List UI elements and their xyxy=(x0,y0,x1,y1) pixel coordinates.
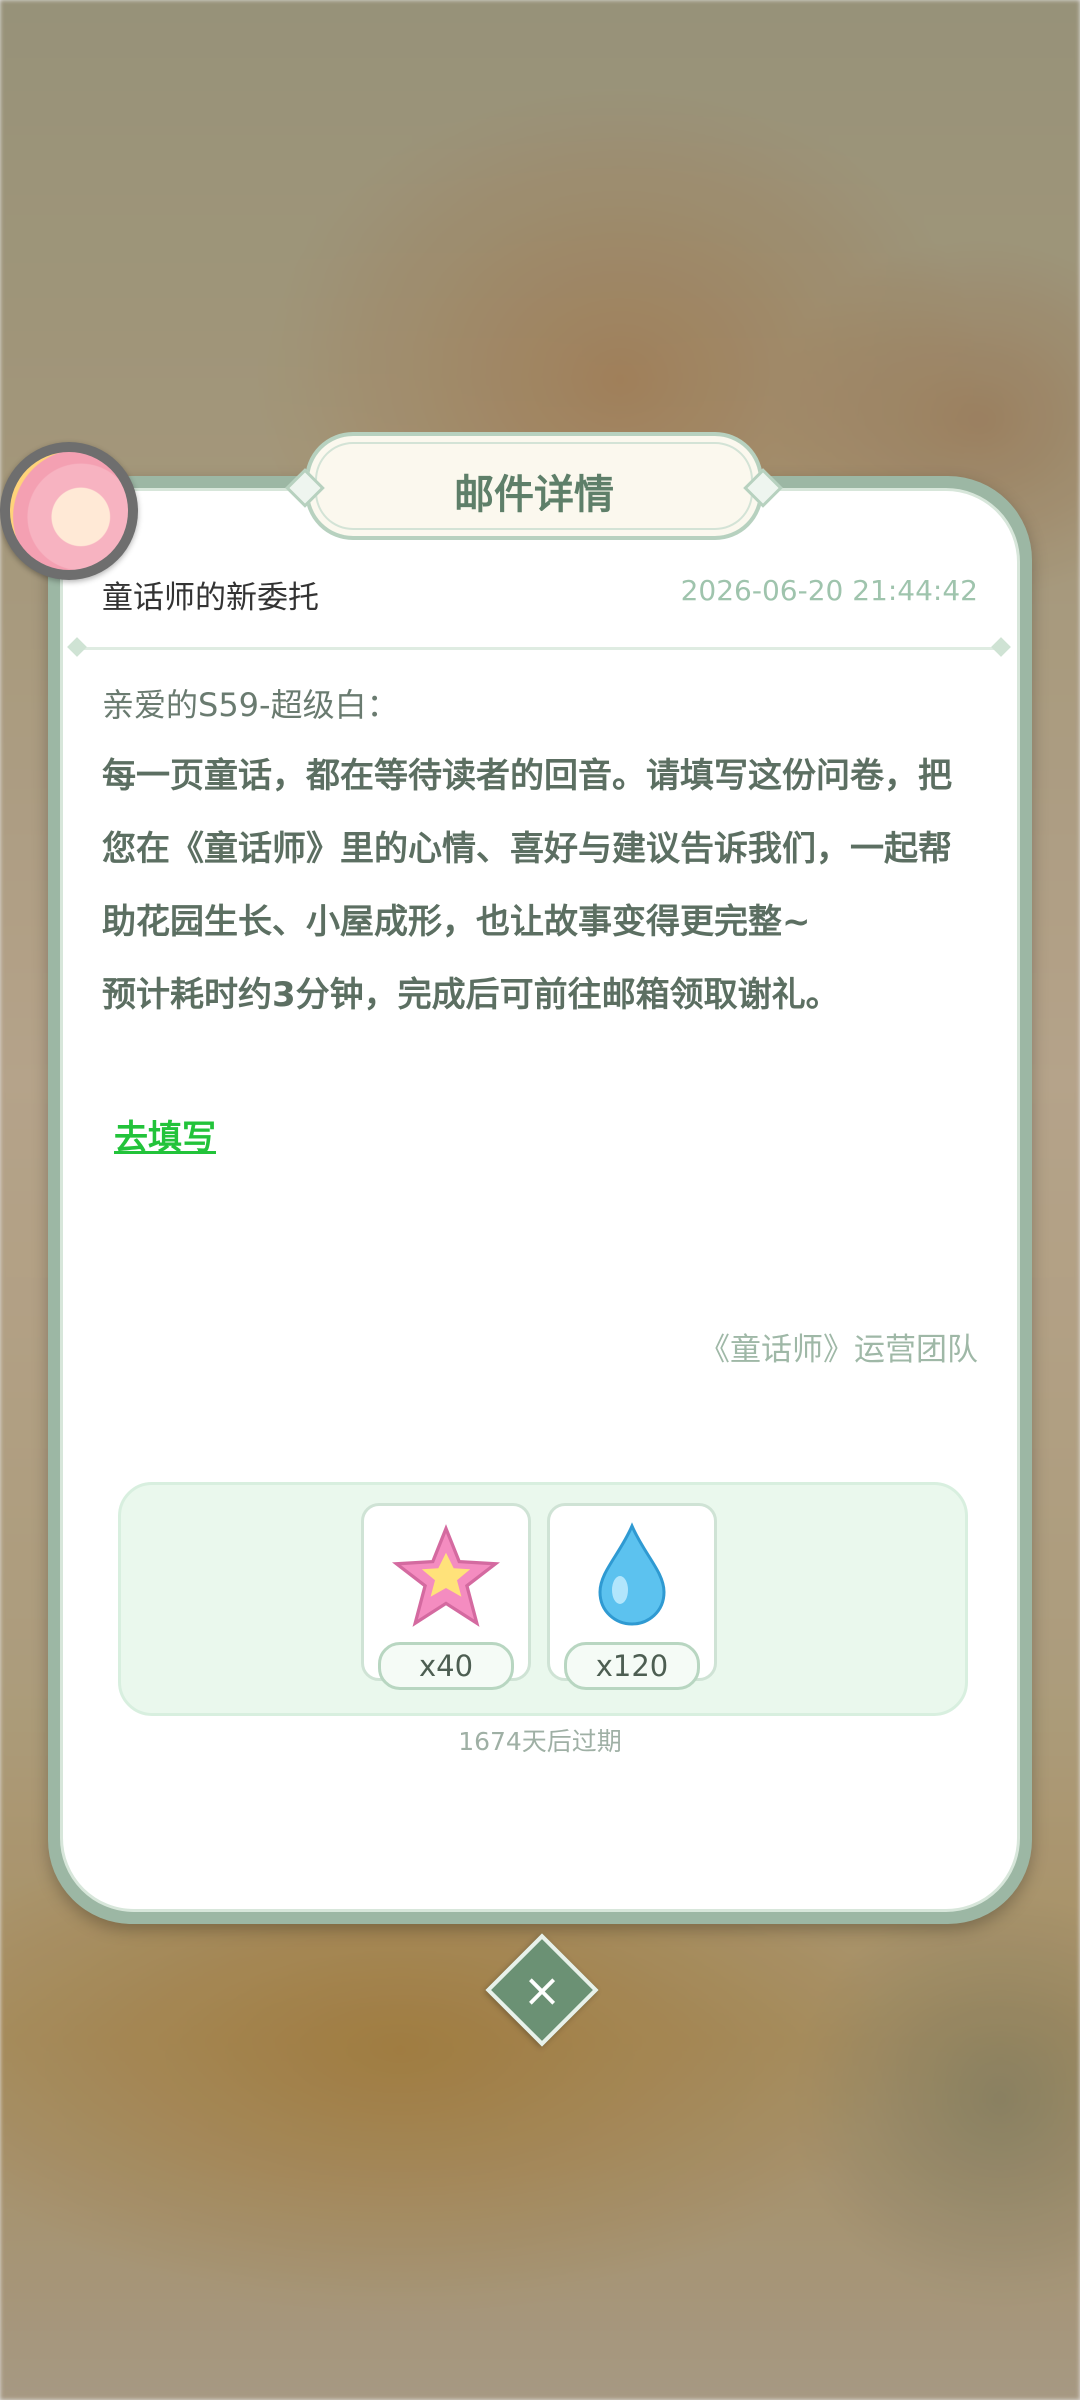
water-drop-icon xyxy=(598,1522,666,1626)
title-plate: 邮件详情 xyxy=(285,432,783,540)
reward-item-water-drop[interactable]: x120 xyxy=(547,1503,717,1690)
close-icon[interactable]: × xyxy=(502,1950,582,2030)
header-divider xyxy=(78,647,1002,650)
avatar-image xyxy=(10,452,128,570)
mail-signature: 《童话师》运营团队 xyxy=(699,1332,978,1368)
mail-greeting: 亲爱的S59-超级白： xyxy=(102,686,399,724)
mail-body-paragraph-1: 每一页童话，都在等待读者的回音。请填写这份问卷，把您在《童话师》里的心情、喜好与… xyxy=(102,756,952,942)
reward-count-star: x40 xyxy=(378,1642,514,1690)
reward-item-star[interactable]: x40 xyxy=(361,1503,531,1690)
rewards-panel: x40 x120 xyxy=(118,1482,968,1716)
expire-text: 1674天后过期 xyxy=(458,1727,622,1756)
mail-subject: 童话师的新委托 xyxy=(102,580,319,616)
mail-timestamp: 2026-06-20 21:44:42 xyxy=(680,574,978,607)
mail-body: 每一页童话，都在等待读者的回音。请填写这份问卷，把您在《童话师》里的心情、喜好与… xyxy=(102,740,972,1032)
mail-body-paragraph-2: 预计耗时约3分钟，完成后可前往邮箱领取谢礼。 xyxy=(102,975,840,1015)
sender-avatar xyxy=(0,442,138,580)
star-icon xyxy=(391,1524,501,1627)
survey-link[interactable]: 去填写 xyxy=(114,1110,216,1159)
dialog-title: 邮件详情 xyxy=(454,472,614,518)
reward-count-water-drop: x120 xyxy=(564,1642,700,1690)
